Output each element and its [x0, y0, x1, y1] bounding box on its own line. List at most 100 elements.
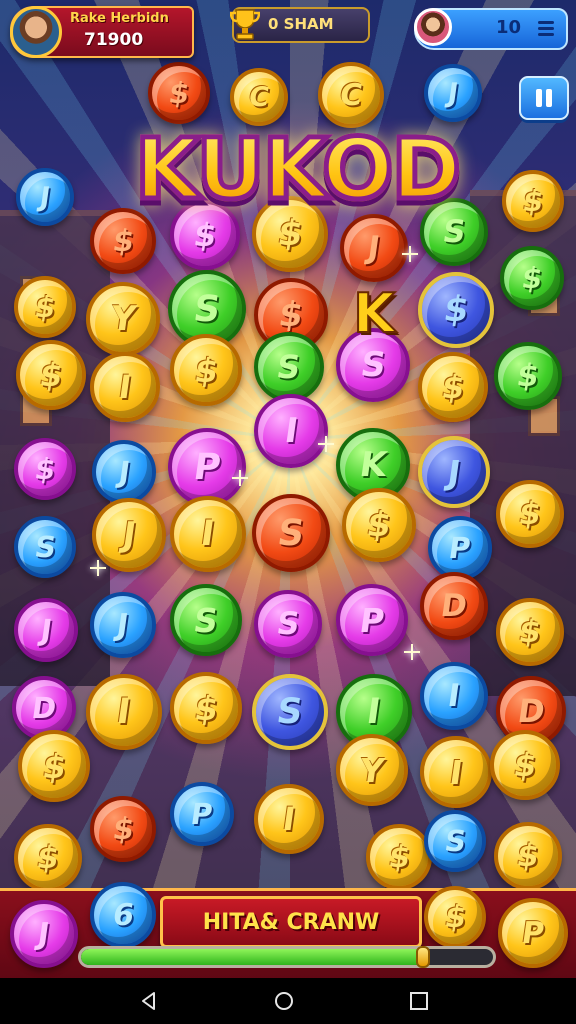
coin[interactable]: $ — [502, 170, 564, 232]
avatar[interactable] — [10, 6, 62, 58]
back-icon[interactable] — [138, 990, 160, 1012]
game-scene: $ C C J J $ $ $ J S $ $ Y S $ $ $ $ I $ S S $ $ I $ J P K J S J I S $ P $ J J S… — [0, 0, 576, 978]
coin[interactable]: Y — [86, 282, 160, 356]
coin[interactable]: Y — [336, 734, 408, 806]
coin[interactable]: $ — [496, 480, 564, 548]
coin[interactable]: P — [170, 782, 234, 846]
system-nav-bar — [0, 978, 576, 1024]
coin[interactable]: P — [336, 584, 408, 656]
coin[interactable]: $ — [14, 824, 82, 892]
coin[interactable]: $ — [148, 62, 210, 124]
coin[interactable]: $ — [170, 672, 242, 744]
coin-label: $ — [37, 356, 65, 394]
coin[interactable]: $ — [90, 796, 156, 862]
coin[interactable]: J — [90, 592, 156, 658]
coin[interactable]: J — [14, 598, 78, 662]
launcher-coin-left[interactable]: J — [10, 900, 78, 968]
coin-label: I — [447, 752, 465, 792]
action-banner[interactable]: HITA& CRANW — [160, 896, 422, 948]
coin: $ — [424, 886, 486, 948]
coin-label: $ — [514, 358, 542, 394]
coin[interactable]: $ — [494, 822, 562, 890]
progress-knob[interactable] — [416, 946, 430, 968]
coin[interactable]: $ — [16, 340, 86, 410]
coin[interactable]: I — [254, 394, 328, 468]
player-score: 71900 — [84, 30, 144, 50]
coin-label: $ — [386, 839, 412, 875]
sparkle — [404, 644, 420, 660]
coin-label: $ — [32, 452, 58, 486]
coin-label: I — [281, 411, 301, 451]
coin[interactable]: $ — [170, 334, 242, 406]
coin[interactable]: $ — [500, 246, 564, 310]
game-logo: KUKOD — [114, 116, 480, 222]
coin[interactable]: $ — [418, 352, 488, 422]
coin[interactable]: $ — [366, 824, 432, 890]
coin[interactable]: S — [424, 810, 486, 872]
coin-label: P — [446, 531, 474, 565]
coin[interactable]: I — [90, 352, 160, 422]
level-panel[interactable]: 10 — [414, 8, 568, 50]
coin-label: $ — [110, 223, 136, 259]
coin-label: S — [274, 692, 306, 732]
coin[interactable]: J — [16, 168, 74, 226]
coin[interactable]: $ — [14, 438, 76, 500]
coin-label: I — [114, 692, 134, 732]
pause-button[interactable] — [519, 76, 569, 120]
progress-bar — [78, 946, 496, 968]
coin[interactable]: P — [428, 516, 492, 580]
coin[interactable]: S — [254, 590, 322, 658]
coin[interactable]: P — [168, 428, 246, 506]
pause-icon — [536, 89, 542, 107]
progress-fill — [81, 949, 423, 965]
avatar[interactable] — [414, 8, 452, 46]
coin-label: S — [274, 606, 302, 642]
launcher-coin-next[interactable]: 6 — [90, 882, 156, 948]
coin[interactable]: $ — [14, 276, 76, 338]
coin[interactable]: I — [86, 674, 162, 750]
coin[interactable]: I — [254, 784, 324, 854]
coin-label: K — [357, 445, 389, 485]
coin-label: $ — [32, 290, 58, 324]
coin[interactable]: $ — [18, 730, 90, 802]
coin[interactable]: I — [170, 496, 246, 572]
coin[interactable]: S — [252, 494, 330, 572]
coin[interactable]: $ — [342, 488, 416, 562]
coin-label: I — [280, 800, 298, 838]
coin-label: I — [445, 678, 463, 714]
coin[interactable]: J — [92, 440, 156, 504]
coin[interactable]: S — [170, 584, 242, 656]
player-panel[interactable]: Rake Herbidn 71900 — [10, 6, 194, 58]
coin[interactable]: $ — [494, 342, 562, 410]
trophy-icon — [230, 9, 260, 40]
sparkle — [232, 470, 248, 486]
coin[interactable]: $ — [490, 730, 560, 800]
coin[interactable]: D — [420, 572, 488, 640]
coin[interactable]: I — [420, 736, 492, 808]
coin-label: $ — [520, 184, 546, 218]
coin[interactable]: $ — [496, 598, 564, 666]
coin[interactable]: S — [252, 674, 328, 750]
coin[interactable]: S — [254, 332, 324, 402]
menu-icon[interactable] — [538, 21, 554, 36]
sparkle — [402, 246, 418, 262]
coin[interactable]: I — [420, 662, 488, 730]
home-icon[interactable] — [273, 990, 295, 1012]
coin-label: I — [116, 368, 134, 406]
coin-label: D — [29, 691, 59, 725]
coin[interactable]: J — [340, 214, 408, 282]
pause-icon — [546, 89, 552, 107]
coin[interactable]: S — [14, 516, 76, 578]
recents-icon[interactable] — [408, 990, 430, 1012]
launcher-coin-right[interactable]: P — [498, 898, 568, 968]
coin[interactable]: J — [424, 64, 482, 122]
coin-label: $ — [516, 614, 544, 650]
trophy-panel[interactable]: 0 SHAM — [230, 7, 370, 43]
coin-label: S — [275, 512, 307, 554]
coin-label: $ — [166, 76, 192, 110]
coin-label: $ — [39, 746, 69, 786]
coin[interactable]: J — [418, 436, 490, 508]
coin-label: J — [38, 613, 54, 647]
coin[interactable]: $ — [418, 272, 494, 348]
coin-label: $ — [441, 290, 471, 330]
